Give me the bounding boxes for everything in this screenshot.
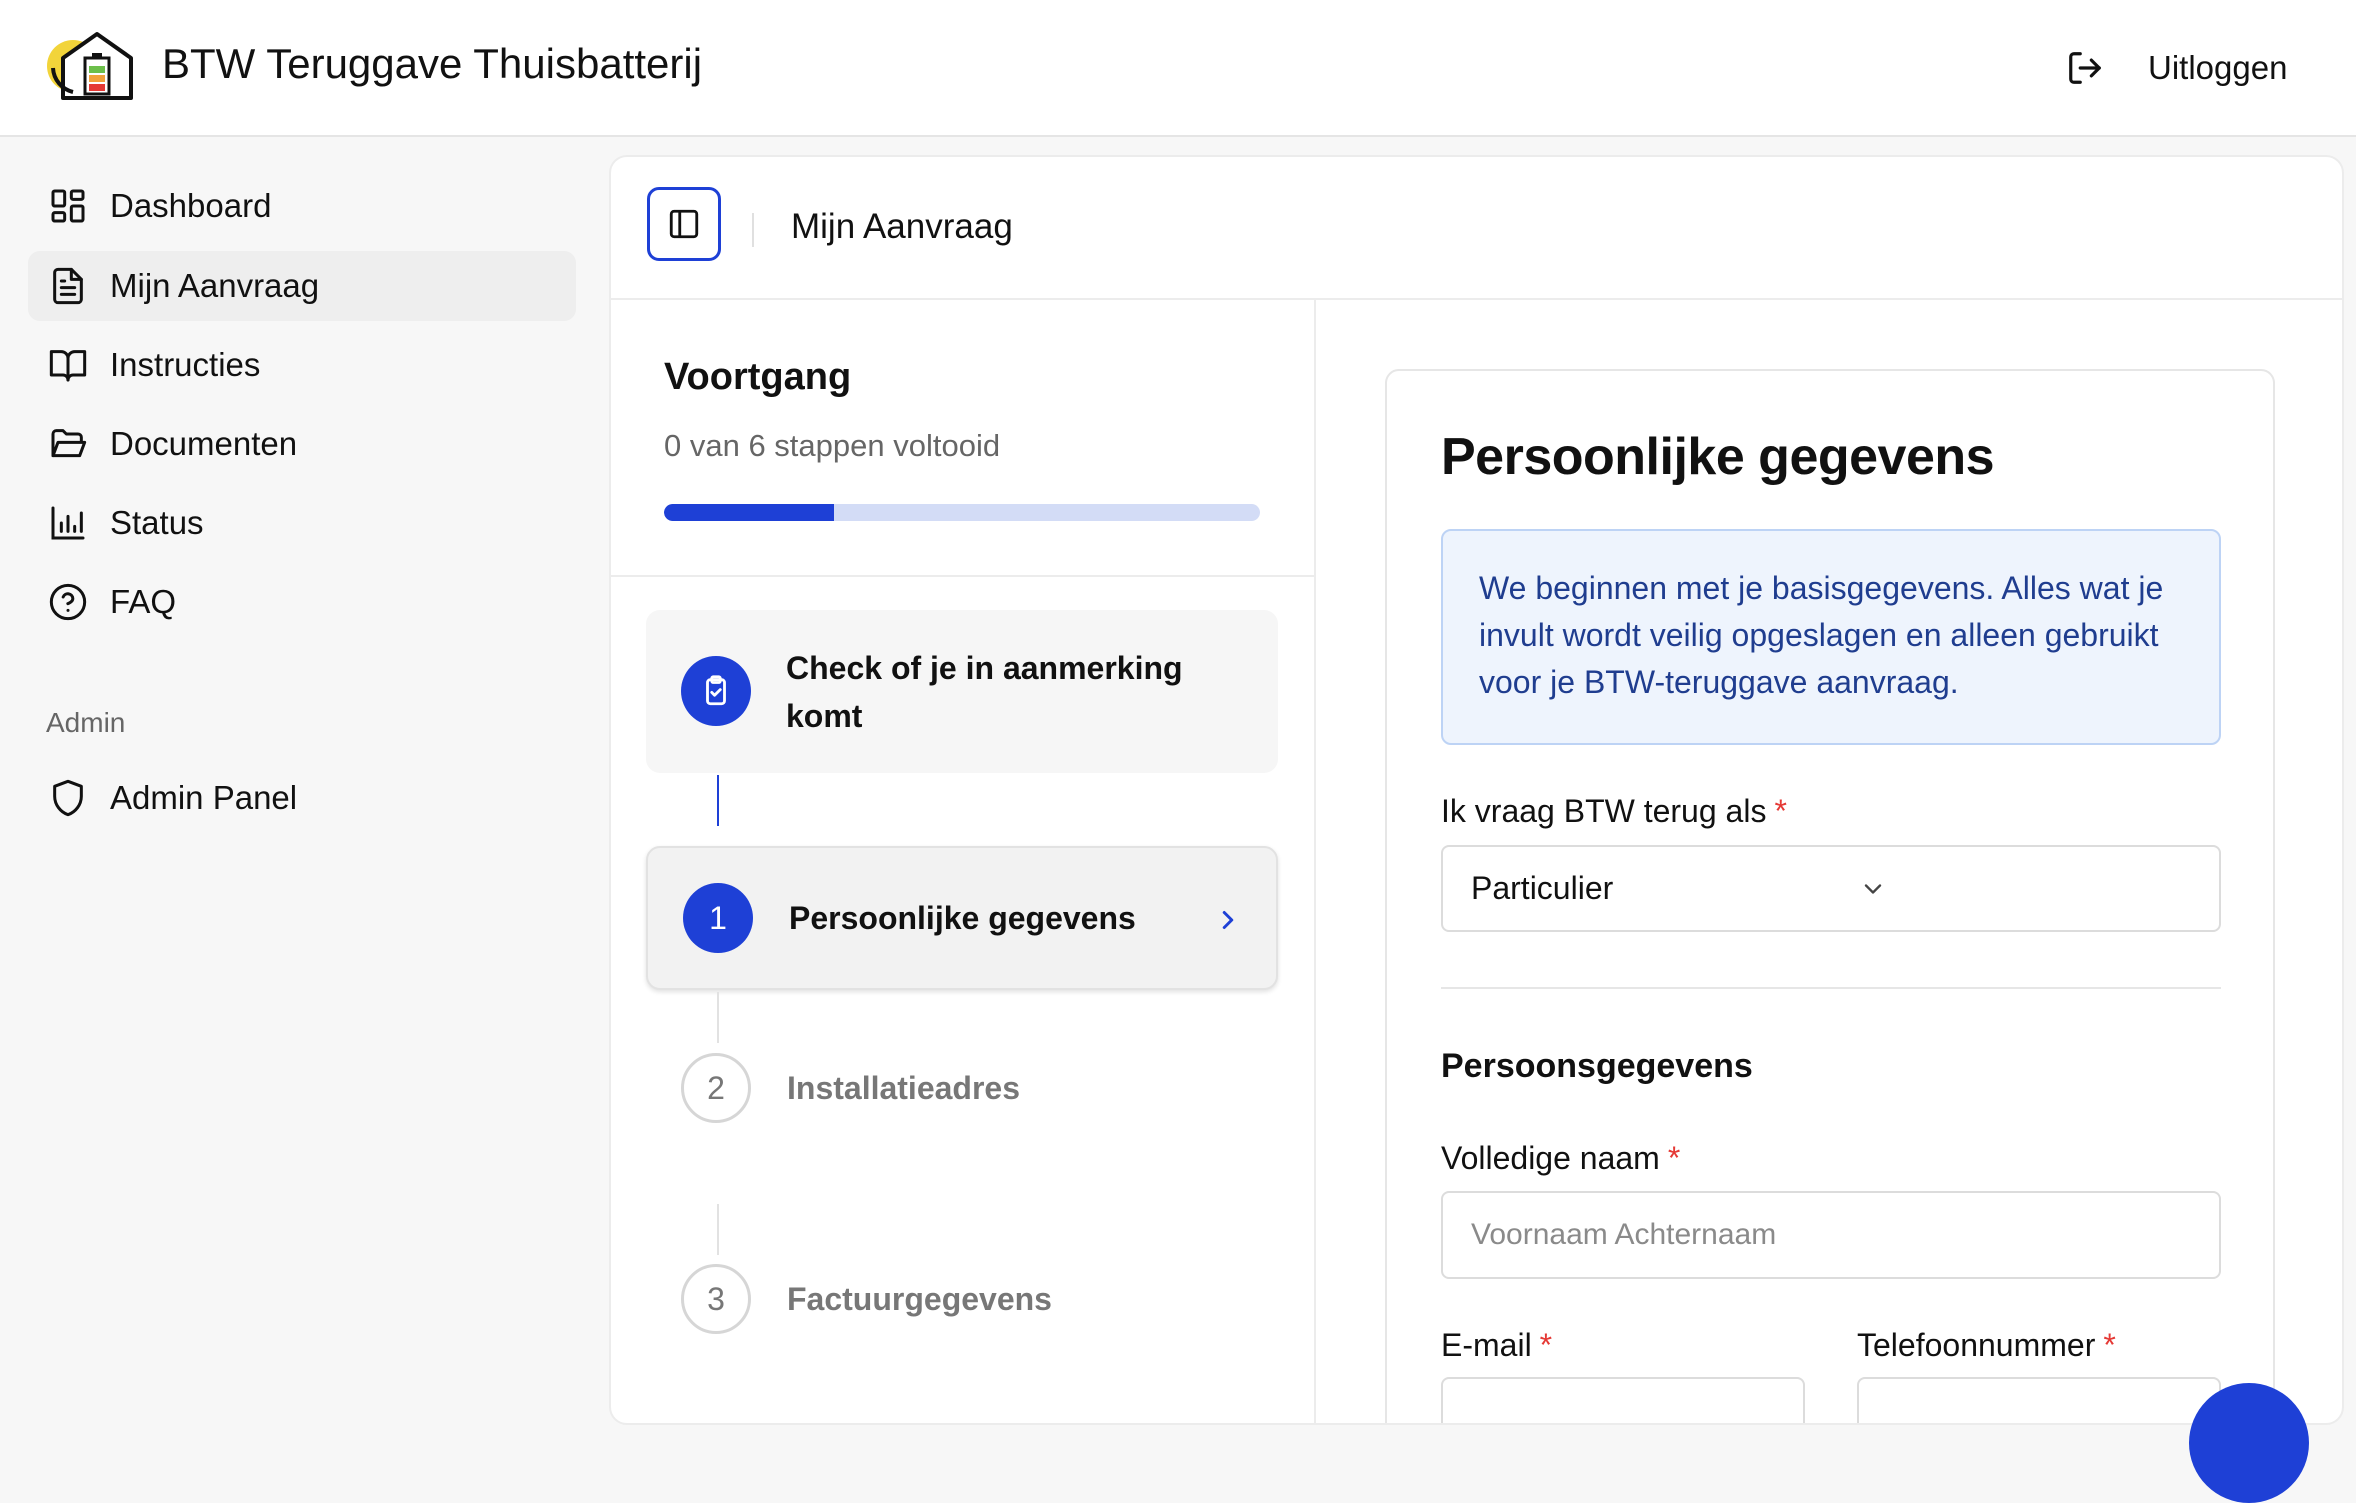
logout-label: Uitloggen xyxy=(2148,49,2288,86)
book-icon xyxy=(48,345,88,385)
admin-section-heading: Admin xyxy=(46,707,126,738)
required-mark: * xyxy=(1774,793,1787,829)
logout-button[interactable]: Uitloggen xyxy=(2066,44,2287,92)
required-mark: * xyxy=(1667,1140,1681,1176)
email-label: E-mail * xyxy=(1441,1327,1552,1364)
progress-column: Voortgang 0 van 6 stappen voltooid Check… xyxy=(611,298,1316,1423)
progress-title: Voortgang xyxy=(664,356,852,398)
phone-label-text: Telefoonnummer xyxy=(1857,1327,2096,1363)
step-number-badge: 2 xyxy=(681,1053,751,1123)
sidebar: Dashboard Mijn Aanvraag Instructies Docu… xyxy=(0,137,600,1412)
sidebar-item-label: Admin Panel xyxy=(110,779,298,816)
floating-action-button[interactable] xyxy=(2189,1383,2309,1503)
email-label-text: E-mail xyxy=(1441,1327,1532,1363)
progress-subtitle: 0 van 6 stappen voltooid xyxy=(664,428,1001,463)
section-divider xyxy=(1441,987,2221,989)
step-connector xyxy=(717,775,719,826)
step-label[interactable]: Factuurgegevens xyxy=(787,1275,1052,1323)
page-title: Mijn Aanvraag xyxy=(791,207,1013,246)
sidebar-item-label: Documenten xyxy=(110,425,298,462)
step-label[interactable]: Installatieadres xyxy=(787,1064,1020,1112)
sidebar-toggle-button[interactable] xyxy=(647,187,721,261)
header-divider xyxy=(752,213,754,247)
step-connector xyxy=(717,992,719,1043)
name-label-text: Volledige naam xyxy=(1441,1140,1660,1176)
shield-icon xyxy=(48,778,88,818)
folder-icon xyxy=(48,424,88,464)
required-mark: * xyxy=(2103,1327,2116,1363)
role-label: Ik vraag BTW terug als * xyxy=(1441,793,1787,830)
sidebar-item-label: Dashboard xyxy=(110,187,272,224)
bar-chart-icon xyxy=(48,503,88,543)
help-circle-icon xyxy=(48,582,88,622)
sidebar-item-label: Mijn Aanvraag xyxy=(110,267,320,304)
chevron-right-icon xyxy=(1213,905,1243,935)
main-header: Mijn Aanvraag xyxy=(611,157,2342,300)
app-title: BTW Teruggave Thuisbatterij xyxy=(162,40,703,87)
full-name-input[interactable] xyxy=(1441,1191,2221,1279)
step-connector xyxy=(717,1204,719,1255)
role-select-value: Particulier xyxy=(1471,870,1614,906)
step-label: Persoonlijke gegevens xyxy=(789,900,1136,936)
step-eligibility-check[interactable]: Check of je in aanmerking komt xyxy=(646,610,1278,773)
progress-bar xyxy=(664,504,1260,521)
sidebar-item-instructies[interactable]: Instructies xyxy=(28,330,576,400)
form-title: Persoonlijke gegevens xyxy=(1441,428,1995,486)
sidebar-item-admin-panel[interactable]: Admin Panel xyxy=(28,763,576,833)
panel-left-icon xyxy=(667,207,701,241)
sidebar-item-documenten[interactable]: Documenten xyxy=(28,409,576,479)
sidebar-item-dashboard[interactable]: Dashboard xyxy=(28,171,576,241)
role-label-text: Ik vraag BTW terug als xyxy=(1441,793,1767,829)
top-bar: BTW Teruggave Thuisbatterij Uitloggen xyxy=(0,0,2356,137)
role-select[interactable]: Particulier xyxy=(1441,845,2221,932)
clipboard-check-icon xyxy=(681,656,751,726)
battery-house-logo-icon xyxy=(45,28,137,104)
section-heading: Persoonsgegevens xyxy=(1441,1047,1753,1085)
sidebar-item-mijn-aanvraag[interactable]: Mijn Aanvraag xyxy=(28,251,576,321)
email-input[interactable] xyxy=(1441,1377,1805,1423)
progress-summary: Voortgang 0 van 6 stappen voltooid xyxy=(611,298,1314,577)
sidebar-item-label: Instructies xyxy=(110,346,261,383)
phone-input[interactable] xyxy=(1857,1377,2221,1423)
step-number-badge: 1 xyxy=(683,883,753,953)
sidebar-item-label: Status xyxy=(110,504,204,541)
dashboard-icon xyxy=(48,186,88,226)
name-label: Volledige naam * xyxy=(1441,1140,1680,1177)
step-label: Check of je in aanmerking komt xyxy=(786,650,1183,734)
main-panel: Mijn Aanvraag Voortgang 0 van 6 stappen … xyxy=(609,155,2344,1425)
step-number-badge: 3 xyxy=(681,1264,751,1334)
info-box: We beginnen met je basisgegevens. Alles … xyxy=(1441,529,2221,745)
required-mark: * xyxy=(1539,1327,1553,1363)
personal-details-form: Persoonlijke gegevens We beginnen met je… xyxy=(1385,369,2275,1423)
chevron-down-icon xyxy=(1859,875,2219,903)
document-icon xyxy=(48,266,88,306)
sidebar-item-status[interactable]: Status xyxy=(28,488,576,558)
sidebar-item-faq[interactable]: FAQ xyxy=(28,567,576,637)
logout-icon xyxy=(2066,49,2104,87)
sidebar-item-label: FAQ xyxy=(110,583,177,620)
progress-bar-fill xyxy=(664,504,834,521)
step-persoonlijke-gegevens[interactable]: 1 Persoonlijke gegevens xyxy=(646,846,1278,990)
phone-label: Telefoonnummer * xyxy=(1857,1327,2116,1364)
